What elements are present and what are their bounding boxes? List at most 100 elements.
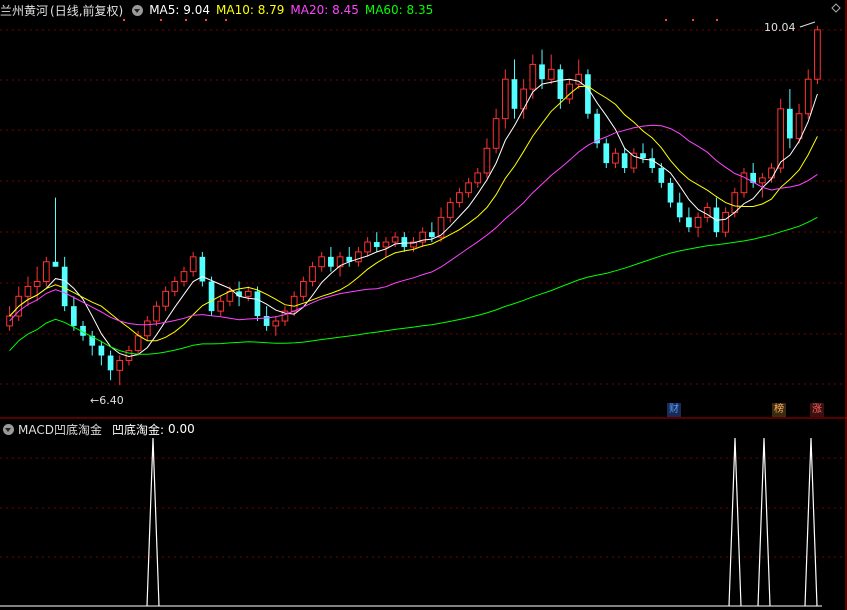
ma20-label: MA20: 8.45	[290, 3, 359, 17]
candle-body	[116, 359, 124, 371]
candle-body	[437, 216, 445, 238]
candle-body	[768, 167, 775, 179]
candle-body	[318, 256, 326, 268]
candle-body	[272, 320, 280, 327]
candle-body	[694, 216, 702, 228]
candle-body	[217, 300, 225, 312]
candle-body	[61, 266, 68, 307]
event-marker	[716, 19, 718, 21]
ma60-label: MA60: 8.35	[364, 3, 434, 17]
event-marker	[665, 19, 667, 21]
candle-body	[162, 290, 169, 307]
candle-body	[456, 192, 463, 204]
event-marker	[205, 19, 207, 21]
candle-body	[612, 152, 619, 164]
event-marker	[160, 19, 162, 21]
indicator-spike	[804, 437, 818, 607]
candle-body	[446, 202, 454, 218]
candle-body	[373, 242, 380, 247]
candle-body	[547, 68, 555, 80]
candle-body	[391, 236, 399, 243]
candle-body	[492, 118, 500, 149]
badge-limit-up[interactable]: 涨	[810, 403, 824, 417]
indicator-line-label: 凹底淘金:	[111, 422, 165, 437]
indicator-line-value: 0.00	[168, 422, 195, 436]
candle-body	[501, 78, 509, 120]
candle-body	[236, 291, 242, 297]
stock-chart: 10.04 ←6.40	[0, 0, 847, 610]
candle-body	[180, 271, 188, 283]
ma10-label: MA10: 8.79	[216, 3, 285, 17]
event-marker	[185, 19, 187, 21]
candle-body	[474, 172, 482, 184]
candle-body	[603, 143, 610, 164]
candle-body	[328, 256, 334, 267]
indicator-spike	[757, 437, 771, 607]
candle-body	[208, 281, 215, 312]
candle-body	[153, 305, 160, 322]
event-marker	[225, 19, 227, 21]
candle-body	[621, 153, 628, 169]
candle-body	[539, 64, 545, 80]
candle-body	[804, 78, 812, 115]
candle-body	[465, 182, 472, 194]
candle-body	[676, 202, 683, 218]
stock-title: 兰州黄河	[0, 3, 49, 18]
badge-rank[interactable]: 榜	[772, 403, 786, 417]
candle-body	[787, 108, 793, 139]
chart-mode: (日线,前复权)	[50, 3, 124, 18]
candle-body	[98, 345, 105, 356]
candle-body	[795, 113, 803, 139]
candle-body	[630, 152, 638, 169]
chevron-down-icon[interactable]	[3, 423, 14, 435]
candle-body	[722, 211, 729, 233]
candle-body	[640, 153, 646, 159]
candle-body	[401, 237, 408, 247]
candle-body	[189, 256, 197, 273]
badge-finance[interactable]: 财	[667, 403, 681, 417]
ma10-line	[9, 85, 818, 342]
candle-body	[134, 335, 142, 352]
candle-body	[364, 241, 371, 253]
event-marker	[123, 19, 125, 21]
candle-body	[529, 63, 537, 90]
indicator-spike	[146, 437, 160, 607]
indicator-header: MACD凹底淘金 凹底淘金: 0.00	[0, 421, 195, 437]
candle-body	[71, 306, 77, 326]
candle-body	[585, 74, 591, 114]
candle-body	[244, 290, 252, 297]
candle-body	[594, 113, 600, 144]
candle-body	[814, 29, 821, 80]
candle-body	[382, 241, 390, 248]
candle-body	[24, 285, 32, 297]
candle-body	[557, 69, 564, 99]
candle-body	[299, 281, 307, 297]
diamond-icon	[831, 3, 841, 13]
chart-header: 兰州黄河 (日线,前复权) MA5: 9.04 MA10: 8.79 MA20:…	[0, 2, 433, 18]
candle-body	[254, 291, 261, 317]
event-marker	[692, 19, 694, 21]
high-price-label: 10.04	[764, 21, 796, 34]
candle-body	[758, 177, 766, 184]
indicator-name: MACD凹底淘金	[18, 422, 102, 437]
candle-body	[686, 217, 692, 228]
candle-body	[483, 147, 491, 174]
ma5-label: MA5: 9.04	[149, 3, 210, 17]
indicator-spike	[728, 437, 742, 607]
high-arrow	[799, 21, 816, 28]
candle-body	[290, 295, 298, 312]
candle-body	[658, 168, 665, 183]
candle-body	[511, 79, 518, 109]
candle-body	[52, 261, 59, 267]
candle-body	[667, 182, 674, 203]
candle-body	[429, 232, 435, 238]
candle-body	[107, 355, 114, 371]
candle-body	[33, 281, 41, 287]
candle-body	[731, 192, 739, 213]
candle-body	[355, 251, 362, 263]
candle-body	[42, 261, 50, 283]
low-price-label: ←6.40	[90, 394, 124, 407]
candle-body	[777, 108, 785, 169]
chevron-down-icon[interactable]	[132, 4, 144, 16]
candle-body	[143, 320, 151, 337]
